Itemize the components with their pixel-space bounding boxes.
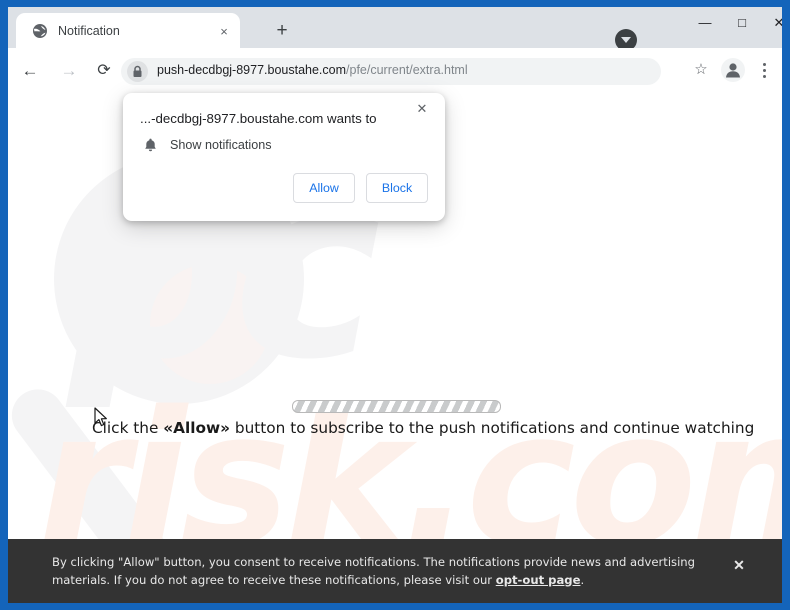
dialog-origin-text: ...-decdbgj-8977.boustahe.com wants to — [140, 111, 377, 126]
globe-icon — [32, 23, 48, 39]
tab-strip: Notification × + — [8, 7, 782, 48]
instruction-text: Click the «Allow» button to subscribe to… — [92, 419, 754, 437]
watermark-magnifier-inner — [150, 264, 270, 384]
browser-tab-notification[interactable]: Notification × — [16, 13, 240, 48]
window-close-button[interactable]: ✕ — [756, 7, 782, 39]
dialog-permission-label: Show notifications — [170, 138, 272, 152]
instruction-suffix: button to subscribe to the push notifica… — [230, 419, 755, 437]
browser-toolbar: ← → ⟳ push-decdbgj-8977.boustahe.com/pfe… — [8, 48, 782, 95]
allow-button[interactable]: Allow — [293, 173, 355, 203]
consent-banner-close-icon[interactable]: ✕ — [729, 555, 749, 575]
tab-title: Notification — [58, 24, 120, 38]
back-button[interactable]: ← — [19, 60, 41, 82]
consent-line-2-after: . — [580, 572, 585, 587]
consent-banner-text: By clicking "Allow" button, you consent … — [52, 554, 702, 589]
url-path: /pfe/current/extra.html — [346, 63, 468, 77]
lock-icon[interactable] — [127, 61, 148, 82]
bell-icon — [142, 137, 159, 154]
dialog-close-icon[interactable]: ✕ — [411, 98, 433, 120]
notification-permission-dialog: ✕ ...-decdbgj-8977.boustahe.com wants to… — [123, 93, 445, 221]
forward-button[interactable]: → — [58, 60, 80, 82]
consent-line-2-before: you do not agree to receive these notifi… — [125, 572, 496, 587]
consent-banner: By clicking "Allow" button, you consent … — [8, 539, 782, 603]
new-tab-button[interactable]: + — [271, 20, 293, 42]
bookmark-star-icon[interactable]: ☆ — [690, 59, 712, 81]
url-text: push-decdbgj-8977.boustahe.com/pfe/curre… — [157, 63, 468, 77]
three-dots-menu-icon[interactable] — [756, 59, 774, 81]
browser-window-screenshot: Notification × + — □ ✕ ← → ⟳ push-decdbg… — [0, 0, 790, 610]
instruction-allow-emphasis: «Allow» — [163, 419, 231, 437]
block-button[interactable]: Block — [366, 173, 428, 203]
reload-button[interactable]: ⟳ — [93, 60, 115, 82]
chrome-window: Notification × + — □ ✕ ← → ⟳ push-decdbg… — [8, 7, 782, 603]
address-bar[interactable]: push-decdbgj-8977.boustahe.com/pfe/curre… — [121, 58, 661, 85]
profile-avatar[interactable] — [721, 58, 745, 82]
tab-close-icon[interactable]: × — [216, 24, 232, 40]
close-icon: ✕ — [773, 15, 782, 30]
striped-progress-bar — [292, 400, 501, 413]
opt-out-page-link[interactable]: opt-out page — [496, 573, 581, 587]
url-host: push-decdbgj-8977.boustahe.com — [157, 63, 347, 77]
mouse-cursor-icon — [94, 407, 109, 429]
